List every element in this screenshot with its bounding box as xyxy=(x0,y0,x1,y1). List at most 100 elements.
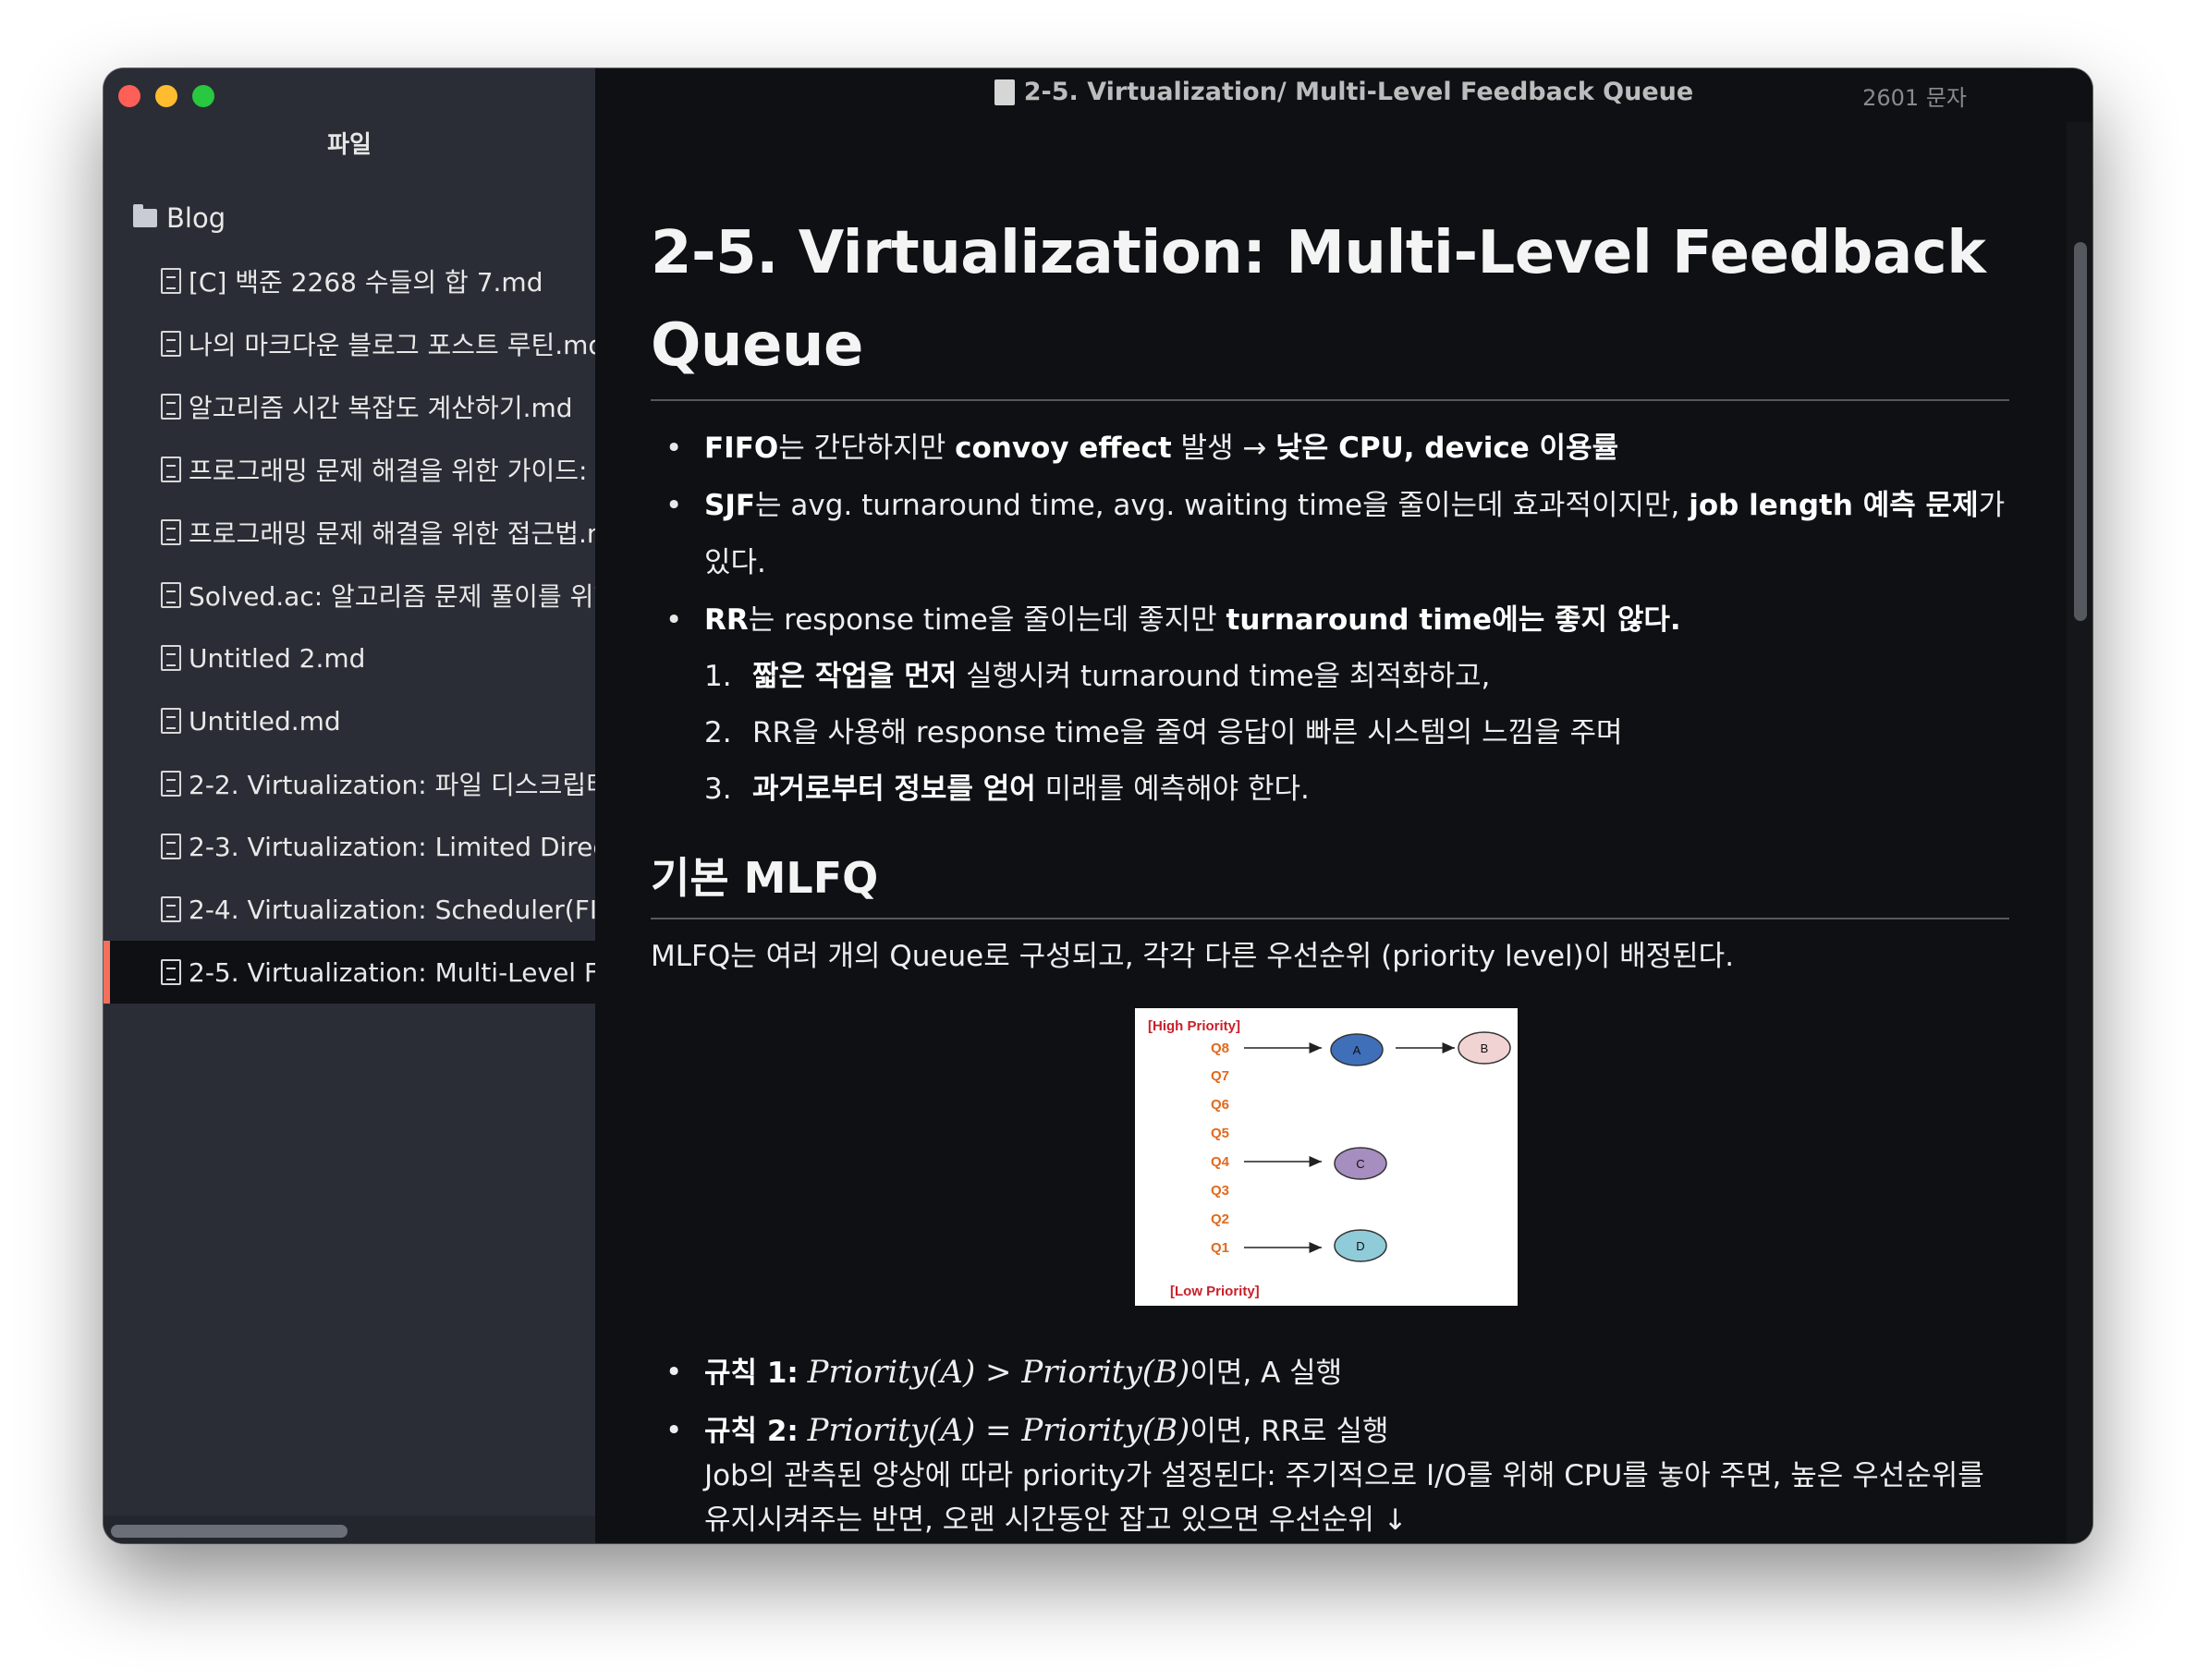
file-item[interactable]: 프로그래밍 문제 해결을 위한 접근법.md xyxy=(104,501,595,564)
text: 는 response time을 줄이는데 좋지만 xyxy=(748,603,1226,637)
zoom-window-button[interactable] xyxy=(192,85,214,107)
document-content[interactable]: 2-5. Virtualization: Multi-Level Feedbac… xyxy=(651,207,2009,1543)
text: 미래를 예측해야 한다. xyxy=(1035,773,1310,806)
document-icon xyxy=(161,708,181,734)
file-item[interactable]: Untitled 2.md xyxy=(104,627,595,689)
job-label: B xyxy=(1481,1041,1489,1055)
list-item: SJF는 avg. turnaround time, avg. waiting … xyxy=(651,477,2009,591)
sidebar-horizontal-scrollbar[interactable] xyxy=(104,1516,595,1543)
minimize-window-button[interactable] xyxy=(155,85,177,107)
file-item-active[interactable]: 2-5. Virtualization: Multi-Level Fe xyxy=(104,941,595,1004)
file-item[interactable]: 프로그래밍 문제 해결을 위한 가이드: 접 xyxy=(104,438,595,501)
high-priority-label: [High Priority] xyxy=(1148,1018,1240,1034)
text: RR을 사용해 response time을 줄여 응답이 빠른 시스템의 느낌… xyxy=(752,716,1623,749)
ordered-list-item: 1. 짧은 작업을 먼저 실행시켜 turnaround time을 최적화하고, xyxy=(704,649,2009,705)
file-item[interactable]: 2-2. Virtualization: 파일 디스크립터의 xyxy=(104,752,595,815)
rule-description: Job의 관측된 양상에 따라 priority가 설정된다: 주기적으로 I/… xyxy=(704,1459,1984,1537)
bold-text: 낮은 CPU, device 이용률 xyxy=(1275,432,1619,465)
queue-label: Q1 xyxy=(1211,1240,1229,1256)
file-label: 프로그래밍 문제 해결을 위한 가이드: 접 xyxy=(189,456,595,486)
queue-label: Q7 xyxy=(1211,1068,1229,1084)
file-item[interactable]: 2-4. Virtualization: Scheduler(FIF xyxy=(104,878,595,941)
queue-label: Q2 xyxy=(1211,1211,1229,1227)
folder-blog[interactable]: Blog xyxy=(104,187,595,250)
bold-text: job length 예측 문제 xyxy=(1689,489,1979,522)
text: 실행시켜 turnaround time을 최적화하고, xyxy=(957,660,1491,693)
bold-text: convoy effect xyxy=(955,432,1172,465)
file-label: Solved.ac: 알고리즘 문제 풀이를 위한 xyxy=(189,581,595,612)
file-item[interactable]: 2-3. Virtualization: Limited Direct xyxy=(104,815,595,878)
app-window: 파일 Blog [C] 백준 2268 수들의 합 7.md 나의 마크다운 블… xyxy=(104,68,2092,1543)
rules-list: 규칙 1: Priority(A) > Priority(B)이면, A 실행 … xyxy=(651,1350,2009,1542)
bold-text: FIFO xyxy=(704,432,779,465)
file-item[interactable]: Untitled.md xyxy=(104,689,595,752)
document-icon xyxy=(161,457,181,482)
document-icon xyxy=(161,896,181,922)
sidebar-scroll-thumb[interactable] xyxy=(111,1525,348,1538)
document-icon xyxy=(161,645,181,671)
job-label: C xyxy=(1356,1157,1364,1171)
doc-heading-2: 기본 MLFQ xyxy=(651,853,879,903)
file-label: [C] 백준 2268 수들의 합 7.md xyxy=(189,267,543,298)
bold-text: turnaround time에는 좋지 않다. xyxy=(1226,603,1681,637)
folder-icon xyxy=(133,204,157,227)
document-icon xyxy=(161,771,181,797)
doc-heading-1: 2-5. Virtualization: Multi-Level Feedbac… xyxy=(651,219,1986,380)
file-item[interactable]: [C] 백준 2268 수들의 합 7.md xyxy=(104,250,595,312)
math-expression: Priority(A) > Priority(B) xyxy=(807,1354,1190,1391)
file-item[interactable]: 나의 마크다운 블로그 포스트 루틴.md xyxy=(104,312,595,375)
queue-label: Q5 xyxy=(1211,1126,1229,1141)
list-item: FIFO는 간단하지만 convoy effect 발생 → 낮은 CPU, d… xyxy=(651,420,2009,477)
text: 는 avg. turnaround time, avg. waiting tim… xyxy=(755,489,1690,522)
ordered-list-item: 3. 과거로부터 정보를 얻어 미래를 예측해야 한다. xyxy=(704,761,2009,818)
editor-pane: 2-5. Virtualization/ Multi-Level Feedbac… xyxy=(595,68,2092,1543)
text: 발생 → xyxy=(1171,432,1276,465)
file-item[interactable]: Solved.ac: 알고리즘 문제 풀이를 위한 xyxy=(104,564,595,627)
file-label: Untitled.md xyxy=(189,705,341,737)
document-icon xyxy=(161,268,181,294)
file-item[interactable]: 알고리즘 시간 복잡도 계산하기.md xyxy=(104,375,595,438)
list-number: 2. xyxy=(704,716,732,749)
mlfq-diagram-image: [High Priority] Q8 Q7 Q6 Q5 Q4 Q3 Q2 Q1 xyxy=(1135,1008,1518,1306)
sidebar-title: 파일 xyxy=(327,131,372,159)
file-label: 2-4. Virtualization: Scheduler(FIF xyxy=(189,894,595,925)
mlfq-diagram: [High Priority] Q8 Q7 Q6 Q5 Q4 Q3 Q2 Q1 xyxy=(1148,1018,1511,1299)
folder-label: Blog xyxy=(166,202,226,234)
file-label: 2-2. Virtualization: 파일 디스크립터의 xyxy=(189,770,595,800)
file-label: 프로그래밍 문제 해결을 위한 접근법.md xyxy=(189,518,595,549)
document-icon xyxy=(161,582,181,608)
editor-vertical-scrollbar[interactable] xyxy=(2067,122,2092,1543)
document-icon xyxy=(161,331,181,357)
list-number: 3. xyxy=(704,773,732,806)
file-label: Untitled 2.md xyxy=(189,642,366,674)
list-item: 규칙 1: Priority(A) > Priority(B)이면, A 실행 xyxy=(651,1350,2009,1395)
list-item: RR는 response time을 줄이는데 좋지만 turnaround t… xyxy=(651,591,2009,818)
heading-rule xyxy=(651,918,2009,919)
document-icon xyxy=(161,394,181,420)
text: 이면, RR로 실행 xyxy=(1190,1415,1389,1448)
heading-rule xyxy=(651,399,2009,401)
word-count: 2601 문자 xyxy=(1862,85,1967,111)
sidebar: 파일 Blog [C] 백준 2268 수들의 합 7.md 나의 마크다운 블… xyxy=(104,68,595,1543)
document-icon xyxy=(161,959,181,985)
summary-list: FIFO는 간단하지만 convoy effect 발생 → 낮은 CPU, d… xyxy=(651,420,2009,818)
document-icon xyxy=(161,834,181,859)
bold-text: 짧은 작업을 먼저 xyxy=(752,660,958,693)
text: 는 간단하지만 xyxy=(778,432,956,465)
bold-text: 과거로부터 정보를 얻어 xyxy=(752,773,1036,806)
close-window-button[interactable] xyxy=(118,85,140,107)
math-expression: Priority(A) = Priority(B) xyxy=(807,1412,1190,1449)
document-icon xyxy=(161,519,181,545)
job-label: D xyxy=(1356,1239,1364,1253)
rule-label: 규칙 1: xyxy=(704,1357,799,1390)
ordered-list: 1. 짧은 작업을 먼저 실행시켜 turnaround time을 최적화하고,… xyxy=(704,649,2009,818)
queue-label: Q4 xyxy=(1211,1154,1230,1170)
queue-label: Q3 xyxy=(1211,1183,1229,1199)
bold-text: SJF xyxy=(704,489,756,522)
list-number: 1. xyxy=(704,660,732,693)
file-label: 2-3. Virtualization: Limited Direct xyxy=(189,831,595,862)
editor-scroll-thumb[interactable] xyxy=(2074,242,2087,621)
file-label: 나의 마크다운 블로그 포스트 루틴.md xyxy=(189,330,595,360)
window-controls xyxy=(118,85,214,107)
text: 이면, A 실행 xyxy=(1190,1357,1343,1390)
